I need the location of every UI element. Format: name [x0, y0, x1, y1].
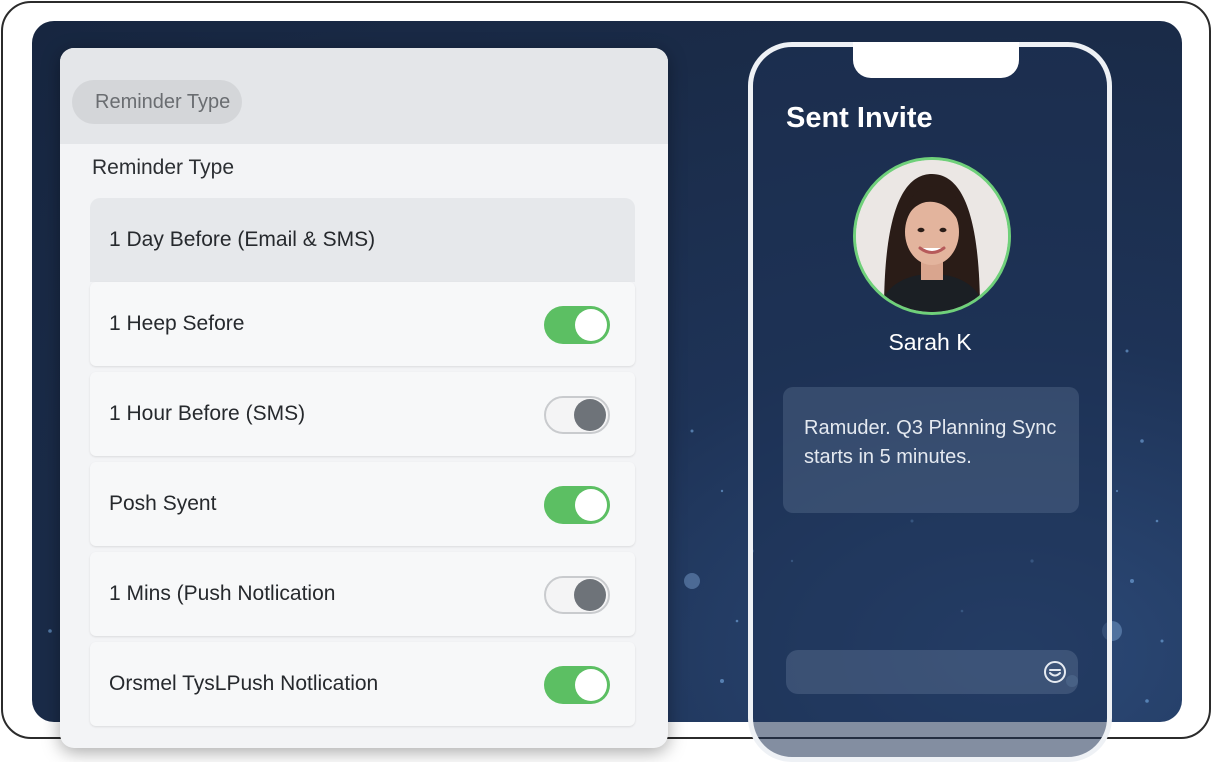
- reminder-settings-panel: Reminder Type Reminder Type 1 Day Before…: [60, 48, 668, 748]
- phone-mockup: Sent Invite Sarah K Ramuder. Q3 Planning…: [748, 42, 1112, 762]
- reminder-toggle[interactable]: [544, 666, 610, 704]
- reminder-type-chip[interactable]: Reminder Type: [72, 80, 243, 124]
- panel-header: Reminder Type: [60, 48, 668, 144]
- reminder-option-row[interactable]: 1 Day Before (Email & SMS): [90, 198, 635, 282]
- toggle-knob: [575, 309, 607, 341]
- reminder-toggle[interactable]: [544, 576, 610, 614]
- message-input[interactable]: [786, 650, 1078, 694]
- contact-name: Sarah K: [888, 329, 972, 355]
- reminder-option-row[interactable]: 1 Heep Sefore: [90, 282, 635, 366]
- reminder-option-row[interactable]: Posh Syent: [90, 462, 635, 546]
- reminder-toggle[interactable]: [544, 486, 610, 524]
- reminder-option-row[interactable]: 1 Mins (Push Notlication: [90, 552, 635, 636]
- toggle-knob: [574, 579, 606, 611]
- toggle-knob: [574, 399, 606, 431]
- reminder-option-label: 1 Hour Before (SMS): [109, 402, 306, 425]
- toggle-knob: [575, 489, 607, 521]
- contact-avatar[interactable]: [853, 157, 1011, 315]
- toggle-knob: [575, 669, 607, 701]
- reminder-option-row[interactable]: 1 Hour Before (SMS): [90, 372, 635, 456]
- reminder-toggle[interactable]: [544, 396, 610, 434]
- reminder-option-label: 1 Heep Sefore: [109, 312, 245, 335]
- reminder-toggle[interactable]: [544, 306, 610, 344]
- phone-notch: [853, 42, 1019, 78]
- section-title: Reminder Type: [92, 156, 235, 179]
- person-avatar-illustration: [856, 160, 1008, 312]
- reminder-message-bubble: Ramuder. Q3 Planning Sync starts in 5 mi…: [783, 387, 1079, 513]
- reminder-option-label: Posh Syent: [109, 492, 217, 515]
- reminder-option-label: 1 Mins (Push Notlication: [109, 582, 336, 605]
- emoji-icon[interactable]: [1042, 659, 1068, 685]
- reminder-message-text: Ramuder. Q3 Planning Sync starts in 5 mi…: [804, 417, 1057, 468]
- phone-screen-title: Sent Invite: [786, 102, 933, 134]
- reminder-option-label: 1 Day Before (Email & SMS): [109, 228, 376, 251]
- reminder-option-row[interactable]: Orsmel TysLPush Notlication: [90, 642, 635, 726]
- reminder-option-label: Orsmel TysLPush Notlication: [109, 672, 379, 695]
